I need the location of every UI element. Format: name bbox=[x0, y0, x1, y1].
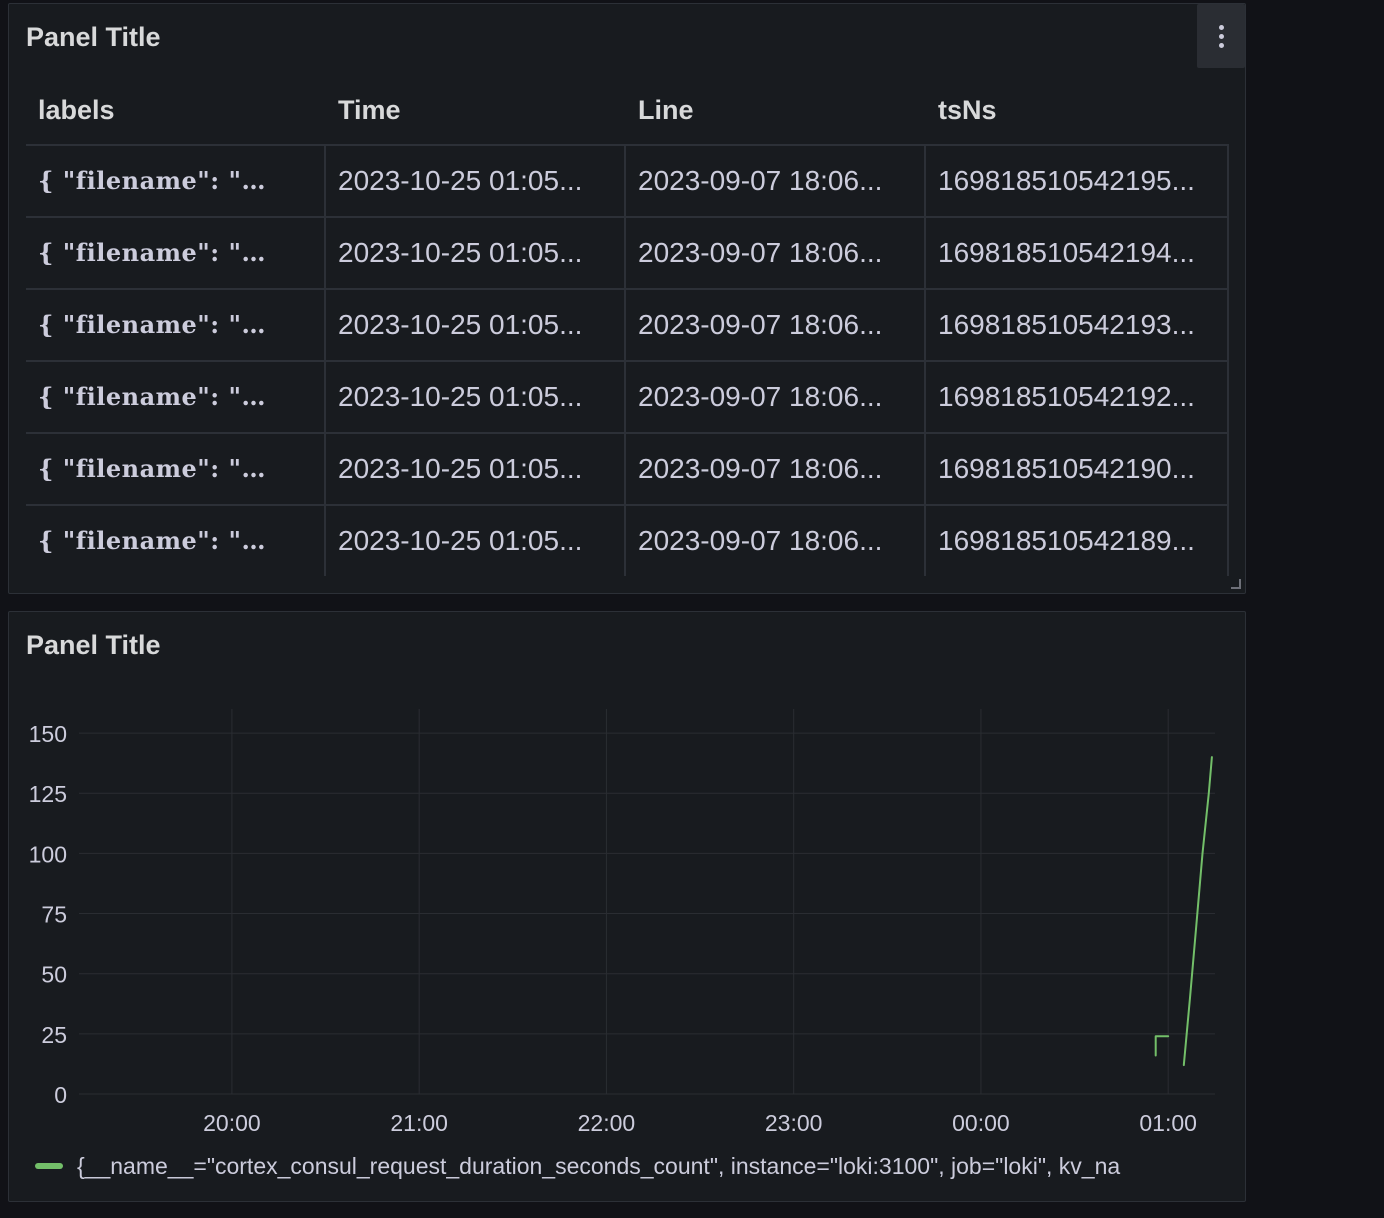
cell-labels: { "filename": "… bbox=[26, 362, 326, 432]
y-tick-label: 150 bbox=[29, 721, 67, 747]
cell-tsns: 169818510542194... bbox=[926, 218, 1229, 288]
cell-line: 2023-09-07 18:06... bbox=[626, 434, 926, 504]
column-header-line[interactable]: Line bbox=[626, 76, 926, 144]
cell-labels: { "filename": "… bbox=[26, 218, 326, 288]
data-table: labels Time Line tsNs { "filename": "… 2… bbox=[26, 76, 1229, 576]
cell-time: 2023-10-25 01:05... bbox=[326, 290, 626, 360]
panel-title[interactable]: Panel Title bbox=[26, 21, 161, 53]
column-header-time[interactable]: Time bbox=[326, 76, 626, 144]
table-header-row: labels Time Line tsNs bbox=[26, 76, 1229, 146]
cell-line: 2023-09-07 18:06... bbox=[626, 146, 926, 216]
x-tick-label: 20:00 bbox=[203, 1110, 261, 1136]
timeseries-chart[interactable]: 0 25 50 75 100 125 150 20:00 21:00 22:00 23:00 00:0… bbox=[9, 612, 1245, 1201]
y-tick-label: 125 bbox=[29, 781, 67, 807]
cell-labels: { "filename": "… bbox=[26, 434, 326, 504]
table-row[interactable]: { "filename": "… 2023-10-25 01:05... 202… bbox=[26, 506, 1229, 576]
x-tick-label: 21:00 bbox=[390, 1110, 448, 1136]
chart-legend[interactable]: {__name__="cortex_consul_request_duratio… bbox=[35, 1149, 1230, 1183]
cell-tsns: 169818510542190... bbox=[926, 434, 1229, 504]
vertical-ellipsis-icon bbox=[1218, 24, 1224, 48]
cell-line: 2023-09-07 18:06... bbox=[626, 362, 926, 432]
panel-menu-button[interactable] bbox=[1197, 4, 1245, 68]
table-panel: Panel Title labels Time Line tsNs { "fil… bbox=[8, 3, 1246, 594]
column-header-labels[interactable]: labels bbox=[26, 76, 326, 144]
series-line bbox=[1182, 756, 1213, 1067]
x-tick-label: 01:00 bbox=[1139, 1110, 1197, 1136]
legend-color-swatch bbox=[35, 1163, 63, 1169]
cell-time: 2023-10-25 01:05... bbox=[326, 218, 626, 288]
table-row[interactable]: { "filename": "… 2023-10-25 01:05... 202… bbox=[26, 146, 1229, 218]
cell-labels: { "filename": "… bbox=[26, 290, 326, 360]
column-header-tsns[interactable]: tsNs bbox=[926, 76, 1229, 144]
table-row[interactable]: { "filename": "… 2023-10-25 01:05... 202… bbox=[26, 362, 1229, 434]
table-row[interactable]: { "filename": "… 2023-10-25 01:05... 202… bbox=[26, 290, 1229, 362]
cell-tsns: 169818510542189... bbox=[926, 506, 1229, 576]
x-tick-label: 22:00 bbox=[578, 1110, 636, 1136]
table-row[interactable]: { "filename": "… 2023-10-25 01:05... 202… bbox=[26, 218, 1229, 290]
cell-time: 2023-10-25 01:05... bbox=[326, 362, 626, 432]
cell-labels: { "filename": "… bbox=[26, 146, 326, 216]
timeseries-panel: Panel Title 0 25 50 75 100 125 150 20:00 21:00 22… bbox=[8, 611, 1246, 1202]
cell-line: 2023-09-07 18:06... bbox=[626, 506, 926, 576]
cell-time: 2023-10-25 01:05... bbox=[326, 434, 626, 504]
resize-handle[interactable] bbox=[1231, 579, 1241, 589]
cell-line: 2023-09-07 18:06... bbox=[626, 290, 926, 360]
y-tick-label: 0 bbox=[54, 1082, 67, 1108]
table-row[interactable]: { "filename": "… 2023-10-25 01:05... 202… bbox=[26, 434, 1229, 506]
cell-tsns: 169818510542192... bbox=[926, 362, 1229, 432]
series-line bbox=[1154, 1035, 1170, 1057]
x-tick-label: 00:00 bbox=[952, 1110, 1010, 1136]
cell-labels: { "filename": "… bbox=[26, 506, 326, 576]
cell-tsns: 169818510542193... bbox=[926, 290, 1229, 360]
legend-series-label[interactable]: {__name__="cortex_consul_request_duratio… bbox=[77, 1153, 1120, 1180]
cell-time: 2023-10-25 01:05... bbox=[326, 146, 626, 216]
y-tick-label: 50 bbox=[41, 962, 67, 988]
cell-tsns: 169818510542195... bbox=[926, 146, 1229, 216]
cell-line: 2023-09-07 18:06... bbox=[626, 218, 926, 288]
cell-time: 2023-10-25 01:05... bbox=[326, 506, 626, 576]
x-tick-label: 23:00 bbox=[765, 1110, 823, 1136]
y-tick-label: 75 bbox=[41, 902, 67, 928]
y-tick-label: 25 bbox=[41, 1022, 67, 1048]
y-tick-label: 100 bbox=[29, 841, 67, 867]
